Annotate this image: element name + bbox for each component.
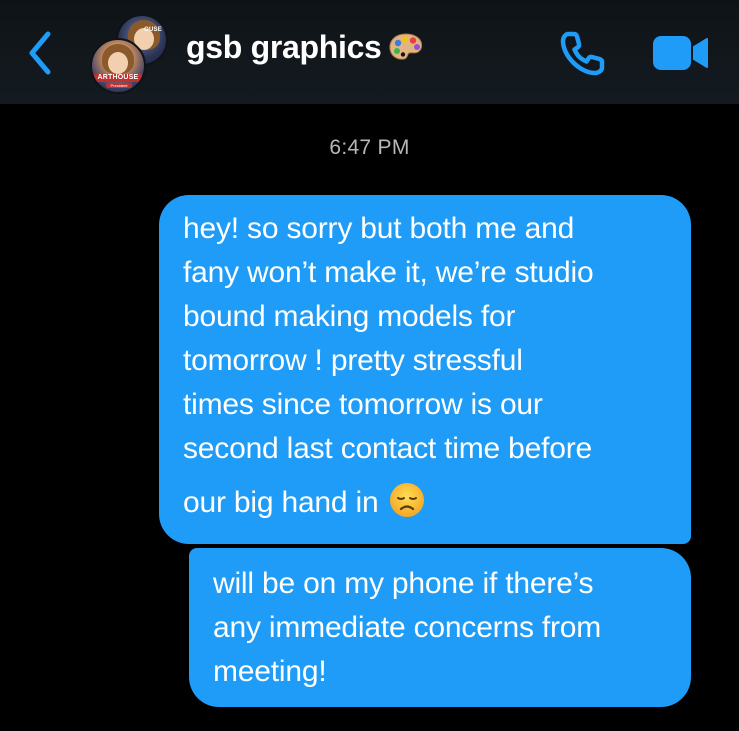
message-line: tomorrow ! pretty stressful [183, 344, 523, 377]
message-line: times since tomorrow is our [183, 388, 543, 421]
message-line: second last contact time before [183, 432, 593, 465]
message-line: hey! so sorry but both me and [183, 212, 575, 245]
message-line: bound making models for [183, 300, 516, 333]
chat-header: OUSE ARTHOUSE President gsb graphics [0, 0, 739, 104]
message-line: fany won’t make it, we’re studio [183, 256, 594, 289]
message-timestamp: 6:47 PM [329, 136, 410, 159]
avatar-face [108, 52, 128, 74]
message-line-with-emoji: our big hand in [183, 481, 671, 531]
chat-title-text: gsb graphics [186, 29, 382, 65]
avatar-badge-text: ARTHOUSE [94, 74, 142, 82]
phone-icon [560, 31, 605, 76]
message-line: any immediate concerns from [213, 611, 602, 644]
avatar: ARTHOUSE President [90, 38, 146, 94]
group-avatar[interactable]: OUSE ARTHOUSE President [88, 12, 172, 94]
palette-icon [388, 32, 424, 70]
message-line: meeting! [213, 655, 327, 688]
chevron-left-icon [29, 31, 51, 75]
disappointed-face-icon [389, 482, 425, 531]
outgoing-message-bubble[interactable]: will be on my phone if there’s any immed… [189, 548, 691, 707]
avatar-badge-text: OUSE [144, 27, 162, 33]
outgoing-message-bubble[interactable]: hey! so sorry but both me and fany won’t… [159, 195, 691, 544]
avatar-badge-subtext: President [106, 83, 132, 88]
message-line: will be on my phone if there’s [213, 567, 594, 600]
video-call-button[interactable] [652, 34, 710, 72]
message-line: our big hand in [183, 486, 379, 519]
chat-title[interactable]: gsb graphics [186, 29, 424, 70]
audio-call-button[interactable] [558, 28, 608, 78]
back-button[interactable] [22, 28, 62, 78]
video-camera-icon [653, 36, 708, 70]
